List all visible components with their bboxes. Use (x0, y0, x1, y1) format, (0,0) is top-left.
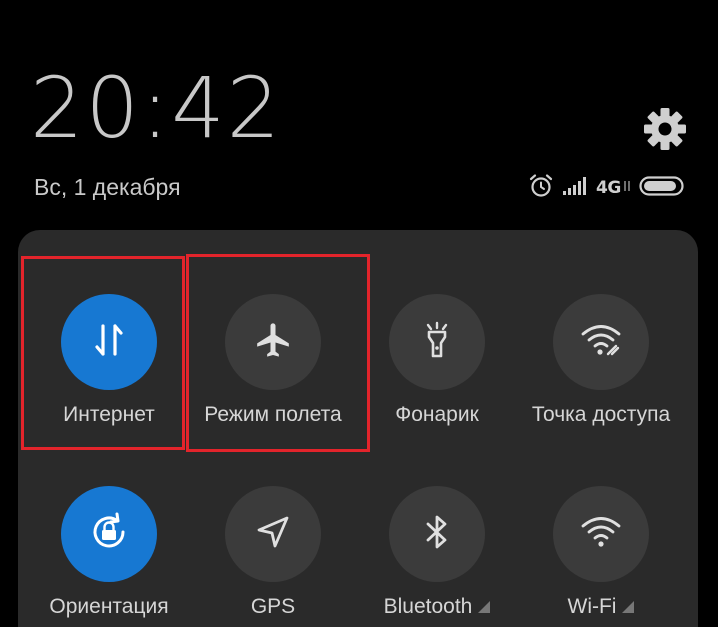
tile-flashlight[interactable]: Фонарик (355, 250, 519, 440)
network-type: 4G (596, 178, 621, 198)
tile-label-row: Wi-Fi (499, 594, 703, 620)
alarm-icon (528, 173, 554, 204)
location-icon (254, 513, 292, 556)
expand-indicator-icon[interactable] (478, 601, 491, 613)
tile-gps-button[interactable] (225, 486, 321, 582)
tile-hotspot[interactable]: Точка доступа (519, 250, 683, 440)
clock: 20:42 (30, 59, 283, 157)
tile-orientation-button[interactable] (61, 486, 157, 582)
tile-gps[interactable]: GPS (191, 442, 355, 627)
expand-indicator-icon[interactable] (622, 601, 635, 613)
data-activity-icon (623, 179, 631, 197)
notification-shade: 20:42 Вс, 1 декабря 4G Интернет Режим по… (0, 0, 718, 627)
gear-icon[interactable] (642, 106, 688, 152)
tile-wifi[interactable]: Wi-Fi (519, 442, 683, 627)
tile-hotspot-button[interactable] (553, 294, 649, 390)
flashlight-icon (419, 320, 455, 365)
tile-airplane-mode[interactable]: Режим полета (191, 250, 355, 440)
tile-label: Wi-Fi (567, 595, 617, 618)
wifi-icon (580, 515, 622, 554)
tile-internet-button[interactable] (61, 294, 157, 390)
date-label: Вс, 1 декабря (34, 174, 181, 200)
tile-label: Точка доступа (531, 403, 671, 426)
hotspot-icon (580, 322, 622, 363)
signal-icon (562, 176, 588, 200)
status-bar: 4G (528, 173, 685, 204)
mobile-data-icon (91, 320, 127, 365)
tile-bluetooth[interactable]: Bluetooth (355, 442, 519, 627)
quick-settings-panel: Интернет Режим полета Фонарик Точка дост… (18, 230, 698, 627)
airplane-icon (253, 320, 293, 365)
tile-internet[interactable]: Интернет (27, 250, 191, 440)
tile-bluetooth-button[interactable] (389, 486, 485, 582)
bluetooth-icon (422, 512, 452, 557)
tile-orientation[interactable]: Ориентация (27, 442, 191, 627)
tile-wifi-button[interactable] (553, 486, 649, 582)
tile-flashlight-button[interactable] (389, 294, 485, 390)
tile-label: Bluetooth (383, 595, 473, 618)
battery-icon (639, 175, 685, 201)
rotation-lock-icon (87, 510, 131, 559)
tile-airplane-mode-button[interactable] (225, 294, 321, 390)
